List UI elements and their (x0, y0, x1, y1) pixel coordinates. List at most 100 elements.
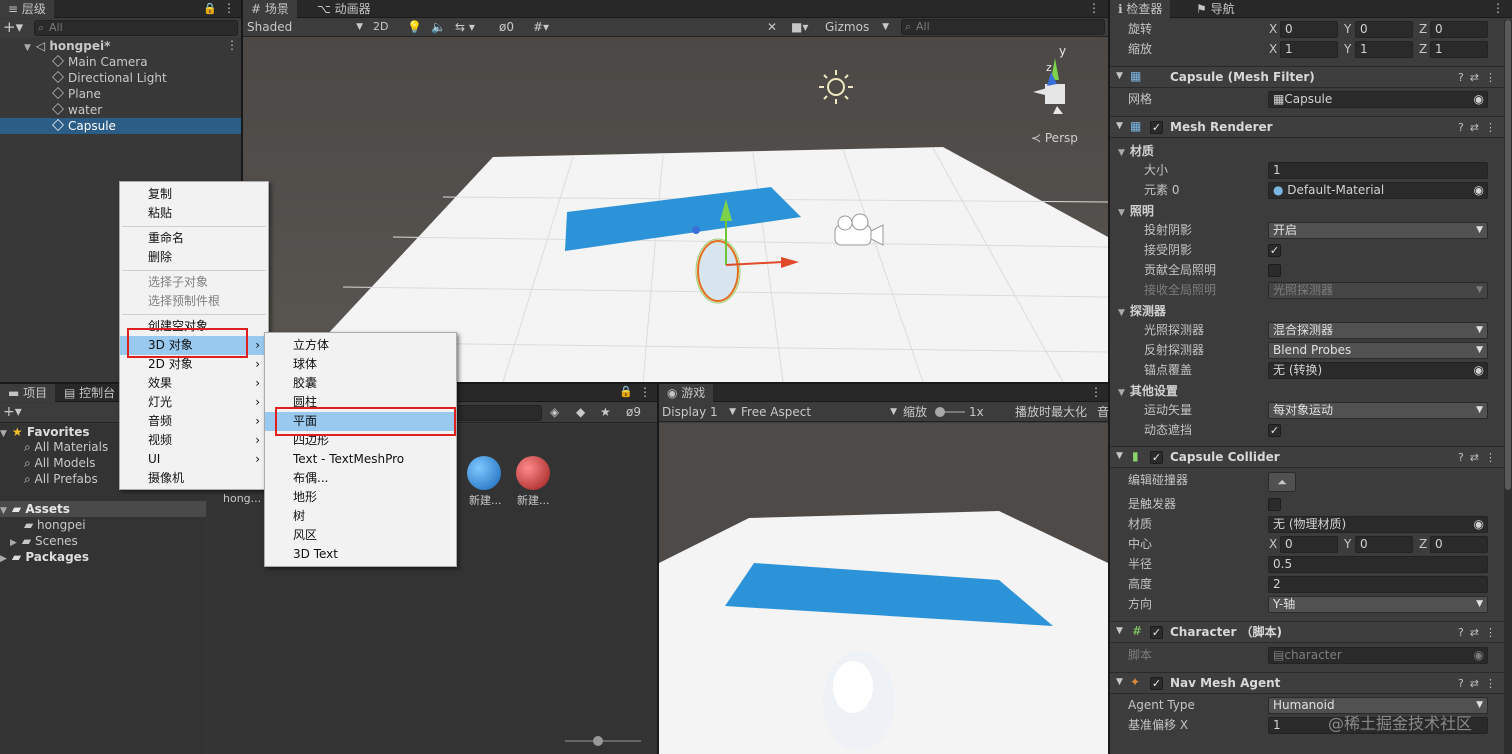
hierarchy-item-plane[interactable]: Plane (52, 86, 101, 102)
capsule-object[interactable] (697, 240, 739, 302)
more-icon[interactable]: ⋮ (1088, 1, 1100, 15)
scene-viewport[interactable]: y z ≺ Persp (243, 37, 1108, 382)
submenu-item-3d-text[interactable]: 3D Text (265, 545, 456, 564)
more-icon[interactable]: ⋮ (639, 385, 651, 399)
character-script-header[interactable]: ▼ # ✓ Character （脚本) ?⇄⋮ (1110, 621, 1512, 643)
more-icon[interactable]: ⋮ (223, 1, 235, 15)
nav-mesh-agent-header[interactable]: ▼ ✦ ✓ Nav Mesh Agent ?⇄⋮ (1110, 672, 1512, 694)
center-y-field[interactable]: 0 (1355, 536, 1413, 553)
rotation-z-field[interactable]: 0 (1430, 21, 1488, 38)
probes-section[interactable]: ▼ 探测器 (1118, 301, 1166, 321)
aspect-dropdown[interactable]: Free Aspect ▼ (741, 404, 897, 420)
tools-icon[interactable]: ✕ (767, 18, 777, 36)
direction-dropdown[interactable]: Y-轴 ▼ (1268, 596, 1488, 613)
audio-icon[interactable]: 🔈 (431, 18, 446, 36)
component-actions[interactable]: ?⇄⋮ (1458, 622, 1502, 643)
collapse-icon[interactable]: ▼ (1116, 451, 1123, 461)
display-dropdown[interactable]: Display 1 ▼ (662, 404, 736, 420)
submenu-item-capsule[interactable]: 胶囊 (265, 374, 456, 393)
component-enabled-checkbox[interactable]: ✓ (1150, 677, 1163, 690)
effects-icon[interactable]: ⇆ ▾ (455, 18, 475, 36)
submenu-item-wind-zone[interactable]: 风区 (265, 526, 456, 545)
scale-slider[interactable] (935, 407, 965, 417)
asset-material-red[interactable] (516, 456, 550, 490)
add-icon[interactable]: +▾ (3, 404, 22, 420)
assets-folder[interactable]: ▼ ▰ Assets (0, 501, 206, 517)
collapse-icon[interactable]: ▼ (1116, 677, 1123, 687)
light-probes-dropdown[interactable]: 混合探测器 ▼ (1268, 322, 1488, 339)
lighting-icon[interactable]: 💡 (407, 18, 422, 36)
material-element0-field[interactable]: ● Default-Material ◉ (1268, 182, 1488, 199)
asset-scene-hongpei[interactable]: hong... (223, 492, 261, 505)
mesh-field[interactable]: ▦Capsule ◉ (1268, 91, 1488, 108)
menu-item-audio[interactable]: 音频 › (120, 412, 268, 431)
expand-icon[interactable]: ▼ (1118, 208, 1125, 218)
hierarchy-search-input[interactable]: ⌕ All (34, 20, 238, 36)
submenu-item-ragdoll[interactable]: 布偶... (265, 469, 456, 488)
scale-z-field[interactable]: 1 (1430, 41, 1488, 58)
tab-scene[interactable]: # 场景 (243, 0, 297, 18)
sun-icon[interactable] (819, 70, 853, 104)
object-picker-icon[interactable]: ◉ (1474, 517, 1484, 532)
scale-y-field[interactable]: 1 (1355, 41, 1413, 58)
component-enabled-checkbox[interactable]: ✓ (1150, 626, 1163, 639)
object-picker-icon[interactable]: ◉ (1474, 363, 1484, 378)
edit-collider-button[interactable]: ⏶ (1268, 472, 1296, 492)
radius-field[interactable]: 0.5 (1268, 556, 1488, 573)
add-icon[interactable]: +▾ (3, 19, 23, 35)
expand-icon[interactable]: ▼ (24, 43, 31, 53)
lock-icon[interactable]: 🔒 (203, 2, 217, 15)
menu-item-rename[interactable]: 重命名 (120, 229, 268, 248)
collapse-icon[interactable]: ▼ (1116, 71, 1123, 81)
center-x-field[interactable]: 0 (1280, 536, 1338, 553)
expand-icon[interactable]: ▼ (0, 506, 7, 516)
mesh-renderer-header[interactable]: ▼ ▦ ✓ Mesh Renderer ?⇄⋮ (1110, 116, 1512, 138)
menu-item-camera[interactable]: 摄像机 (120, 469, 268, 488)
anchor-override-field[interactable]: 无 (转换) ◉ (1268, 362, 1488, 379)
game-viewport[interactable] (659, 423, 1108, 754)
menu-item-light[interactable]: 灯光 › (120, 393, 268, 412)
expand-icon[interactable]: ▼ (0, 429, 7, 439)
expand-icon[interactable]: ▼ (1118, 148, 1125, 158)
hidden-packages-toggle[interactable]: ø9 (626, 405, 641, 419)
tab-game[interactable]: ◉ 游戏 (659, 384, 714, 402)
menu-item-paste[interactable]: 粘贴 (120, 204, 268, 223)
favorites-header[interactable]: ▼ ★ Favorites (0, 424, 90, 440)
tab-hierarchy[interactable]: ≡ 层级 (0, 0, 54, 18)
asset-material-blue[interactable] (467, 456, 501, 490)
hierarchy-item-water[interactable]: water (52, 102, 102, 118)
more-icon[interactable]: ⋮ (1090, 385, 1102, 399)
hierarchy-item-main-camera[interactable]: Main Camera (52, 54, 148, 70)
cast-shadows-dropdown[interactable]: 开启 ▼ (1268, 222, 1488, 239)
packages-folder[interactable]: ▶ ▰ Packages (0, 549, 89, 565)
scrollbar-thumb[interactable] (1505, 20, 1511, 490)
materials-section[interactable]: ▼ 材质 (1118, 141, 1154, 161)
materials-size-field[interactable]: 1 (1268, 162, 1488, 179)
capsule-collider-header[interactable]: ▼ ▮ ✓ Capsule Collider ?⇄⋮ (1110, 446, 1512, 468)
expand-icon[interactable]: ▼ (1118, 388, 1125, 398)
receive-gi-dropdown[interactable]: 光照探测器 ▼ (1268, 282, 1488, 299)
expand-icon[interactable]: ▶ (0, 554, 7, 564)
expand-icon[interactable]: ▼ (1118, 308, 1125, 318)
menu-item-delete[interactable]: 删除 (120, 248, 268, 267)
motion-vectors-dropdown[interactable]: 每对象运动 ▼ (1268, 402, 1488, 419)
shading-dropdown[interactable]: Shaded ▼ (247, 19, 363, 35)
rotation-y-field[interactable]: 0 (1355, 21, 1413, 38)
component-enabled-checkbox[interactable]: ✓ (1150, 121, 1163, 134)
object-picker-icon[interactable]: ◉ (1474, 183, 1484, 198)
slider-knob[interactable] (935, 407, 945, 417)
height-field[interactable]: 2 (1268, 576, 1488, 593)
slider-knob[interactable] (593, 736, 603, 746)
scene-root[interactable]: ▼ ◁ hongpei* (24, 38, 110, 54)
reflection-probes-dropdown[interactable]: Blend Probes ▼ (1268, 342, 1488, 359)
folder-scenes[interactable]: ▶ ▰ Scenes (10, 533, 78, 549)
tab-navigation[interactable]: ⚑ 导航 (1188, 0, 1243, 18)
folder-hongpei[interactable]: ▰ hongpei (24, 517, 86, 533)
filter-type-icon[interactable]: ◈ (550, 405, 559, 419)
favorite-all-prefabs[interactable]: ⌕ All Prefabs (24, 471, 98, 487)
tab-inspector[interactable]: ℹ 检查器 (1110, 0, 1171, 18)
mute-audio-toggle[interactable]: 音 (1097, 404, 1109, 420)
is-trigger-checkbox[interactable] (1268, 498, 1281, 511)
dynamic-occlusion-checkbox[interactable]: ✓ (1268, 424, 1281, 437)
2d-toggle[interactable]: 2D (373, 19, 388, 35)
